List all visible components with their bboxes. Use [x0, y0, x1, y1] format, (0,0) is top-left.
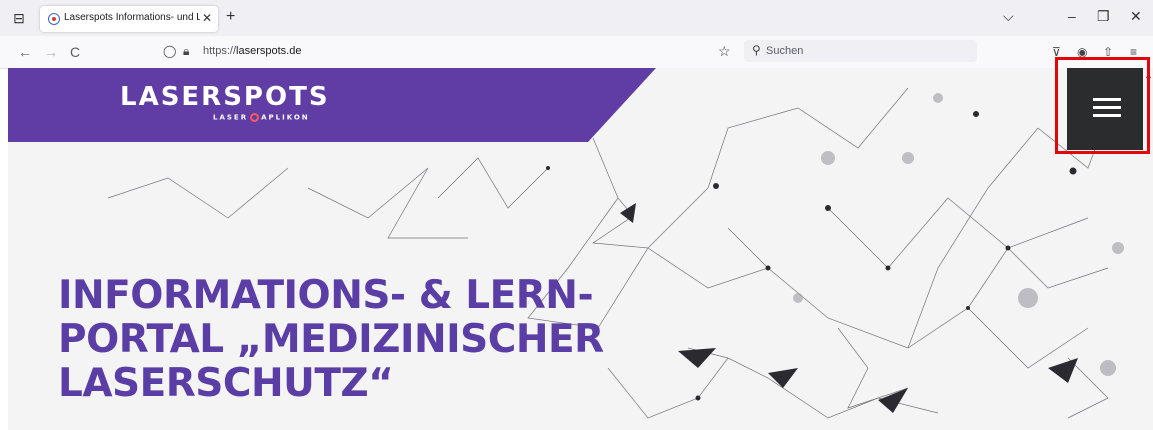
forward-button[interactable]: → — [44, 44, 58, 60]
extensions-icon[interactable]: ⇧ — [1103, 45, 1113, 59]
shield-icon[interactable]: ◯ — [163, 44, 176, 58]
headline-line: LASERSCHUTZ“ — [58, 361, 394, 406]
hamburger-menu-button[interactable] — [1067, 68, 1143, 150]
minimize-button[interactable]: – — [1068, 8, 1076, 24]
url-text[interactable]: https://laserspots.de — [203, 45, 301, 57]
navigation-bar: ← → C ◯ 🔒︎ https://laserspots.de ☆ ⚲ Suc… — [0, 36, 1153, 69]
menu-bar-icon — [1093, 114, 1121, 117]
laser-ring-icon — [250, 113, 260, 122]
headline-line: INFORMATIONS- & LERN- — [58, 273, 594, 318]
menu-bar-icon — [1093, 98, 1121, 101]
pocket-icon[interactable]: ⊽ — [1052, 45, 1061, 59]
url-bar[interactable]: ◯ 🔒︎ https://laserspots.de — [155, 41, 710, 63]
back-button[interactable]: ← — [18, 44, 32, 60]
search-input[interactable]: ⚲ Suchen — [744, 40, 977, 62]
lock-icon[interactable]: 🔒︎ — [183, 44, 189, 59]
scrollbar[interactable] — [1143, 68, 1153, 430]
new-tab-button[interactable]: + — [226, 8, 235, 26]
tab-list-icon[interactable]: ⊟ — [10, 9, 28, 27]
favicon-icon — [48, 13, 60, 25]
browser-tab[interactable]: Laserspots Informations- und Le ✕ — [40, 6, 218, 32]
site-logo[interactable]: LASERSPOTS — [120, 82, 330, 112]
web-page: LASERSPOTS LASER APLIKON INFORMATIONS- & … — [8, 68, 1143, 430]
search-placeholder: Suchen — [766, 45, 804, 57]
reload-button[interactable]: C — [70, 44, 80, 60]
star-icon[interactable]: ☆ — [718, 43, 731, 60]
restore-button[interactable]: ❐ — [1097, 8, 1110, 24]
search-icon: ⚲ — [752, 43, 761, 57]
menu-bar-icon — [1093, 106, 1121, 109]
close-window-button[interactable]: ✕ — [1130, 8, 1142, 24]
account-icon[interactable]: ◉ — [1077, 45, 1087, 59]
menu-icon[interactable]: ≡ — [1130, 45, 1137, 59]
close-tab-icon[interactable]: ✕ — [202, 11, 212, 25]
hero-headline: INFORMATIONS- & LERN- PORTAL „MEDIZINISC… — [58, 274, 658, 406]
tab-strip: ⊟ Laserspots Informations- und Le ✕ + ⌵ … — [0, 0, 1153, 36]
list-all-tabs-icon[interactable]: ⌵ — [1003, 8, 1014, 24]
logo-subtitle: LASER APLIKON — [213, 113, 310, 122]
headline-line: PORTAL „MEDIZINISCHER — [58, 317, 604, 362]
header-banner — [8, 68, 656, 142]
tab-title: Laserspots Informations- und Le — [64, 12, 200, 23]
scroll-up-icon[interactable]: ▲ — [1144, 70, 1153, 80]
